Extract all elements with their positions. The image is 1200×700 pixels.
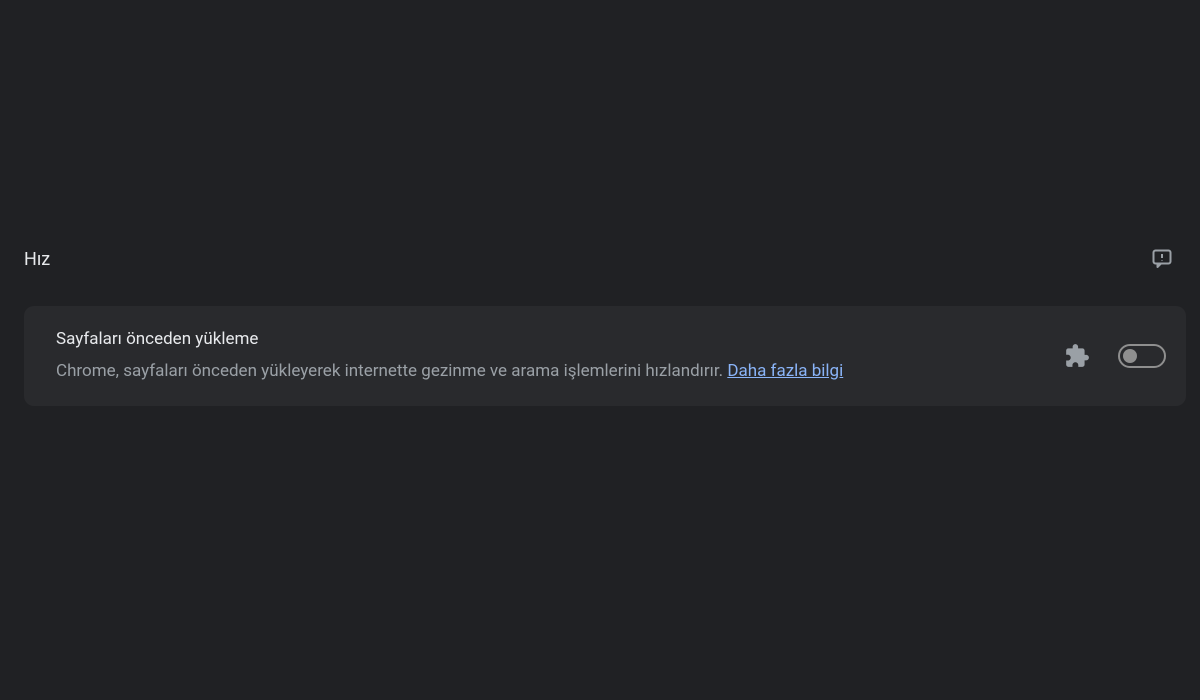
preload-pages-card: Sayfaları önceden yükleme Chrome, sayfal… <box>24 306 1186 406</box>
extension-indicator[interactable] <box>1064 343 1090 369</box>
feedback-icon <box>1150 247 1174 271</box>
card-controls <box>1064 343 1166 369</box>
learn-more-link[interactable]: Daha fazla bilgi <box>727 361 843 381</box>
preload-toggle[interactable] <box>1118 344 1166 368</box>
section-title: Hız <box>24 249 50 270</box>
card-text: Sayfaları önceden yükleme Chrome, sayfal… <box>56 328 1064 384</box>
card-title: Sayfaları önceden yükleme <box>56 328 1044 352</box>
settings-page: Hız Sayfaları önceden yükleme Chrome, sa… <box>0 0 1200 700</box>
feedback-button[interactable] <box>1148 245 1176 273</box>
card-description: Chrome, sayfaları önceden yükleyerek int… <box>56 361 727 381</box>
section-header: Hız <box>24 244 1176 274</box>
puzzle-icon <box>1064 343 1090 369</box>
card-description-line: Chrome, sayfaları önceden yükleyerek int… <box>56 358 1044 384</box>
toggle-knob <box>1123 349 1137 363</box>
